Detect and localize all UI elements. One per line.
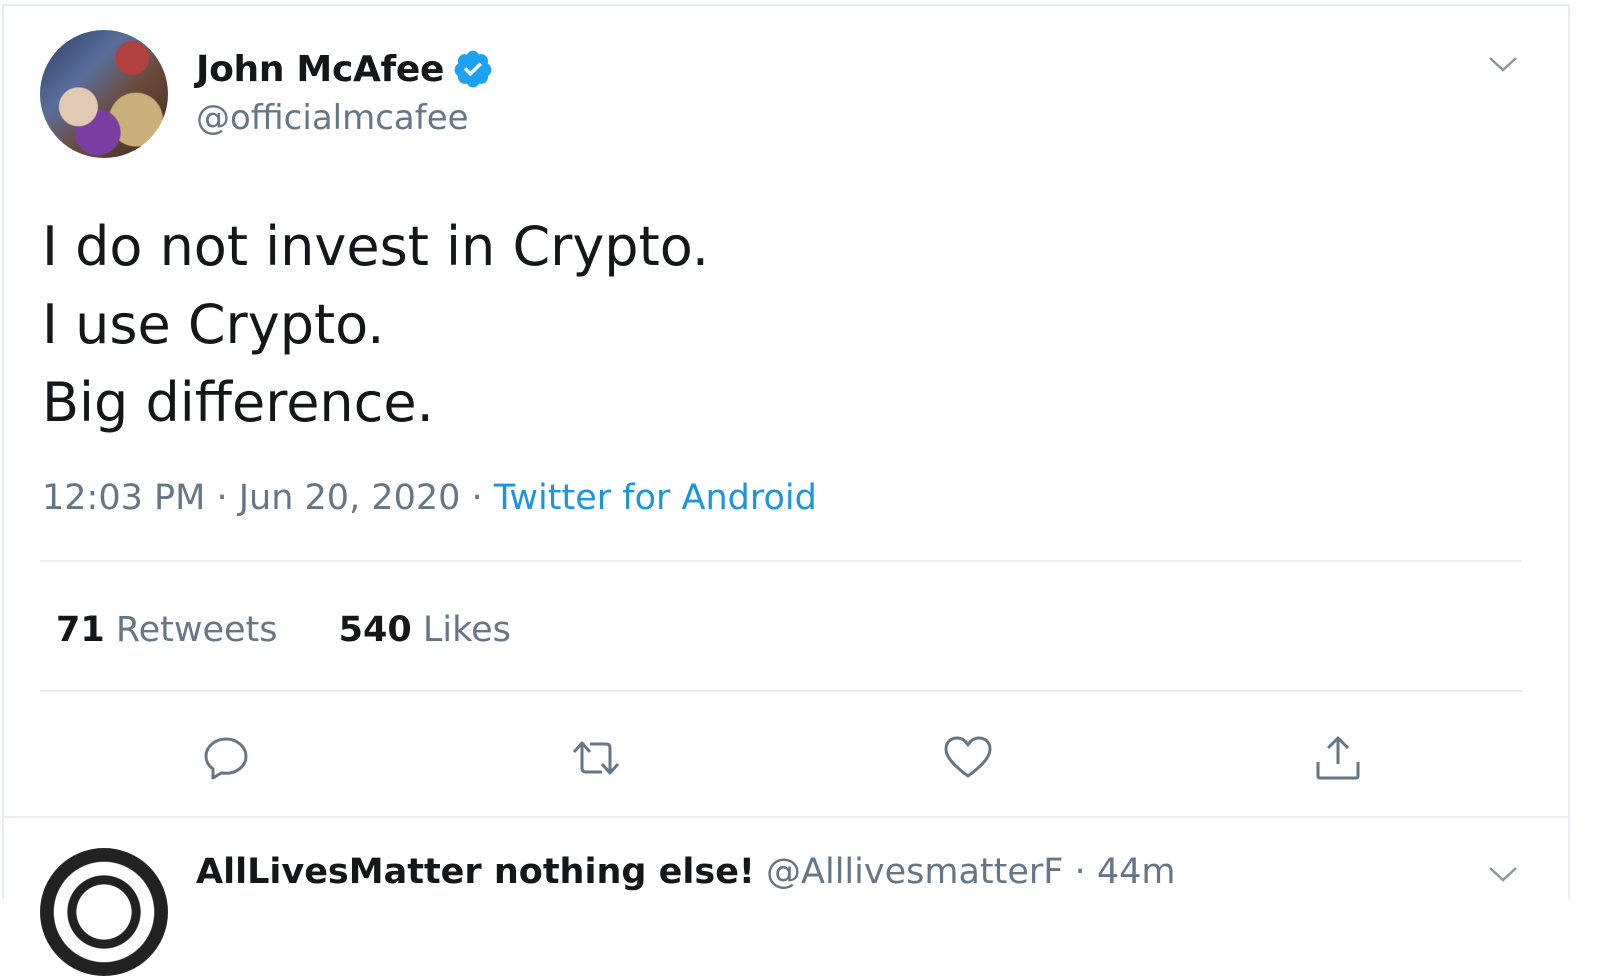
retweets-stat[interactable]: 71 Retweets: [56, 610, 289, 650]
retweets-count: 71: [56, 610, 105, 650]
like-button[interactable]: [940, 730, 996, 786]
author-name-row[interactable]: John McAfee: [196, 48, 494, 90]
chevron-down-icon[interactable]: [1486, 858, 1520, 888]
chevron-down-icon[interactable]: [1486, 48, 1520, 78]
reply-button[interactable]: [198, 730, 254, 786]
tweet-text-line: Big difference.: [42, 371, 434, 434]
reply-avatar[interactable]: [40, 848, 168, 976]
divider: [2, 816, 1570, 818]
share-icon: [1316, 736, 1360, 780]
tweet-meta: 12:03 PM · Jun 20, 2020 · Twitter for An…: [42, 478, 817, 518]
tweet-text-line: I use Crypto.: [42, 293, 385, 356]
retweet-button[interactable]: [568, 730, 624, 786]
retweets-label: Retweets: [115, 610, 278, 650]
likes-count: 540: [338, 610, 412, 650]
likes-stat[interactable]: 540 Likes: [339, 610, 511, 650]
tweet-date[interactable]: Jun 20, 2020: [239, 478, 461, 518]
meta-separator: ·: [1074, 852, 1086, 892]
tweet-source-link[interactable]: Twitter for Android: [494, 478, 817, 518]
engagement-stats: 71 Retweets 540 Likes: [56, 610, 561, 650]
meta-separator: ·: [216, 478, 228, 518]
display-name[interactable]: John McAfee: [196, 49, 444, 90]
reply-header: AllLivesMatter nothing else! @Alllivesma…: [196, 852, 1175, 892]
reply-display-name[interactable]: AllLivesMatter nothing else!: [196, 852, 755, 892]
heart-icon: [944, 736, 992, 778]
reply-age[interactable]: 44m: [1097, 852, 1176, 892]
share-button[interactable]: [1310, 730, 1366, 786]
reply-icon: [204, 737, 248, 780]
divider: [40, 690, 1522, 692]
retweet-icon: [572, 741, 620, 775]
likes-label: Likes: [422, 610, 511, 650]
meta-separator: ·: [471, 478, 483, 518]
verified-badge-icon: [452, 48, 494, 90]
avatar[interactable]: [40, 30, 168, 158]
reply-handle[interactable]: @AlllivesmatterF: [766, 852, 1063, 892]
handle[interactable]: @officialmcafee: [196, 98, 469, 138]
tweet-text-line: I do not invest in Crypto.: [42, 215, 710, 278]
tweet-time[interactable]: 12:03 PM: [42, 478, 205, 518]
divider: [40, 560, 1522, 562]
tweet-text: I do not invest in Crypto. I use Crypto.…: [42, 208, 709, 442]
